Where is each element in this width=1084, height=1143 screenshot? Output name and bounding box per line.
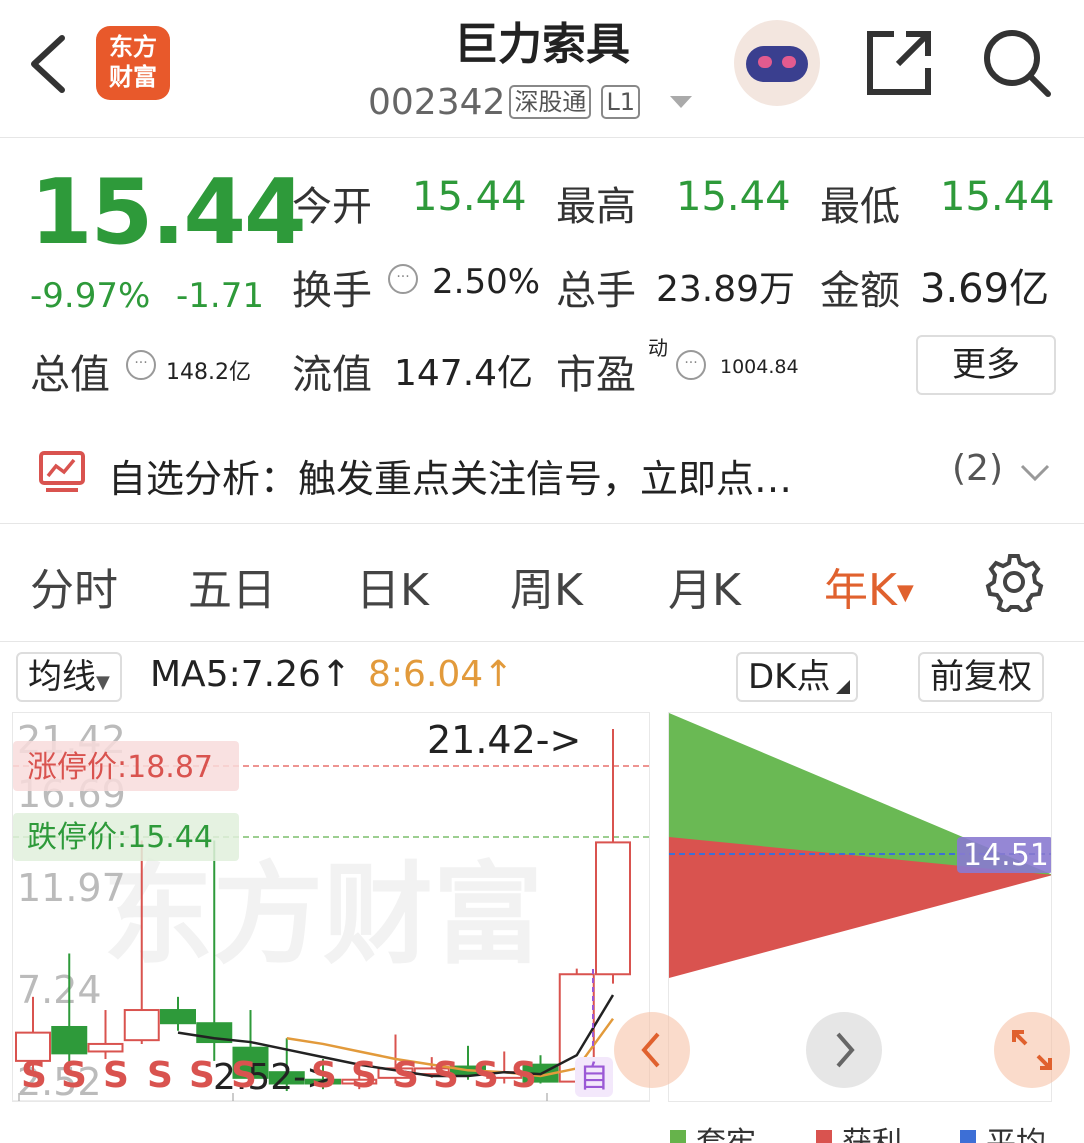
pe-label: 市盈 — [556, 352, 636, 398]
header-bar: 东方 财富 巨力索具 002342 深股通 L1 — [0, 0, 1084, 138]
y-tick-label: 7.24 — [17, 968, 102, 1012]
open-label: 今开 — [292, 184, 372, 230]
total-value: 148.2亿 — [166, 360, 251, 385]
tab-week-k[interactable]: 周K — [510, 554, 583, 618]
candle-body — [595, 841, 631, 976]
self-marker-label: 自 — [579, 1060, 609, 1095]
connect-tag: 深股通 — [509, 85, 592, 119]
volume-value: 23.89万 — [656, 269, 796, 310]
candle-body — [123, 1009, 160, 1042]
sell-signal-marker: S — [393, 1055, 419, 1096]
sell-signal-marker: S — [189, 1055, 215, 1096]
period-tabs: 分时 五日 日K 周K 月K 年K▼ — [0, 524, 1084, 642]
share-icon[interactable] — [864, 28, 934, 98]
dk-legend: 套牢 获利 平均 — [668, 1118, 1068, 1143]
watermark: 东方财富 — [103, 851, 543, 979]
tab-five-day[interactable]: 五日 — [188, 554, 276, 618]
robot-avatar-icon[interactable] — [734, 20, 820, 106]
sell-signal-marker: S — [147, 1055, 173, 1096]
pe-value: 1004.84 — [720, 356, 799, 378]
level-tag: L1 — [601, 85, 641, 119]
y-tick-label: 11.97 — [17, 866, 126, 910]
open-value: 15.44 — [412, 174, 527, 220]
pe-superscript: 动 — [648, 336, 668, 360]
gear-icon[interactable] — [984, 552, 1044, 612]
stock-code-row[interactable]: 002342 深股通 L1 — [368, 80, 696, 124]
change-amount: -1.71 — [176, 276, 264, 316]
sell-signal-marker: S — [61, 1055, 87, 1096]
more-button[interactable]: 更多 — [916, 335, 1056, 395]
kline-chart[interactable]: 东方财富 21.4216.6911.977.242.52 20122017202… — [12, 712, 650, 1102]
scroll-left-button[interactable] — [614, 1012, 690, 1088]
caret-down-icon[interactable] — [666, 92, 696, 112]
sell-signal-marker: S — [351, 1055, 377, 1096]
high-label: 最高 — [556, 184, 636, 230]
ma5-value: MA5:7.26↑ — [150, 654, 352, 695]
dk-point-button[interactable]: DK点 — [736, 652, 859, 702]
sell-signal-marker: S — [103, 1055, 129, 1096]
candle-body — [87, 1042, 124, 1053]
limit-down-label: 跌停价:15.44 — [27, 820, 213, 855]
candle-body — [160, 1009, 196, 1025]
ma-selector-button[interactable]: 均线▼ — [16, 652, 122, 702]
ellipsis-circle-icon[interactable]: ··· — [388, 264, 418, 294]
change-percent: -9.97% — [30, 276, 151, 316]
legend-average: 平均 — [986, 1118, 1046, 1143]
tab-month-k[interactable]: 月K — [668, 554, 741, 618]
volume-label: 总手 — [556, 268, 636, 314]
legend-trapped: 套牢 — [696, 1118, 756, 1143]
amount-value: 3.69亿 — [920, 266, 1050, 312]
tab-intraday[interactable]: 分时 — [30, 554, 118, 618]
sell-signal-marker: S — [231, 1055, 257, 1096]
high-value: 15.44 — [676, 174, 791, 220]
sell-signal-marker: S — [473, 1055, 499, 1096]
candle-body — [51, 1025, 88, 1055]
dk-value-label: 14.51 — [963, 838, 1049, 873]
turnover-value: 2.50% — [432, 262, 541, 302]
tab-year-k[interactable]: 年K▼ — [824, 554, 914, 618]
analysis-text: 自选分析：触发重点关注信号，立即点… — [108, 457, 793, 501]
legend-profit: 获利 — [842, 1118, 902, 1143]
kline-svg: 东方财富 21.4216.6911.977.242.52 20122017202… — [13, 718, 649, 1101]
amount-label: 金额 — [820, 268, 900, 314]
sell-signal-marker: S — [21, 1055, 47, 1096]
ellipsis-circle-icon[interactable]: ··· — [676, 350, 706, 380]
max-price-annotation: 21.42-> — [427, 718, 581, 762]
float-value: 147.4亿 — [394, 353, 534, 394]
tab-day-k[interactable]: 日K — [356, 554, 429, 618]
adjust-button[interactable]: 前复权 — [918, 652, 1044, 702]
sell-signal-marker: S — [311, 1055, 337, 1096]
analysis-count: (2) — [952, 448, 1003, 489]
low-value: 15.44 — [940, 174, 1055, 220]
limit-up-label: 涨停价:18.87 — [27, 750, 213, 785]
sell-signal-marker: S — [511, 1055, 537, 1096]
chart-monitor-icon — [39, 451, 85, 492]
low-label: 最低 — [820, 184, 900, 230]
ellipsis-circle-icon[interactable]: ··· — [126, 350, 156, 380]
total-value-label: 总值 — [30, 352, 110, 398]
expand-icon[interactable] — [994, 1012, 1070, 1088]
current-price: 15.44 — [30, 160, 307, 265]
turnover-label: 换手 — [292, 268, 372, 314]
ma8-value: 8:6.04↑ — [368, 654, 514, 695]
sell-signal-marker: S — [433, 1055, 459, 1096]
self-analysis-banner[interactable]: 自选分析：触发重点关注信号，立即点… (2) — [0, 418, 1084, 524]
scroll-right-button[interactable] — [806, 1012, 882, 1088]
search-icon[interactable] — [980, 26, 1054, 100]
float-value-label: 流值 — [292, 352, 372, 398]
chevron-down-icon[interactable] — [1018, 462, 1052, 484]
stock-code: 002342 — [368, 81, 506, 123]
